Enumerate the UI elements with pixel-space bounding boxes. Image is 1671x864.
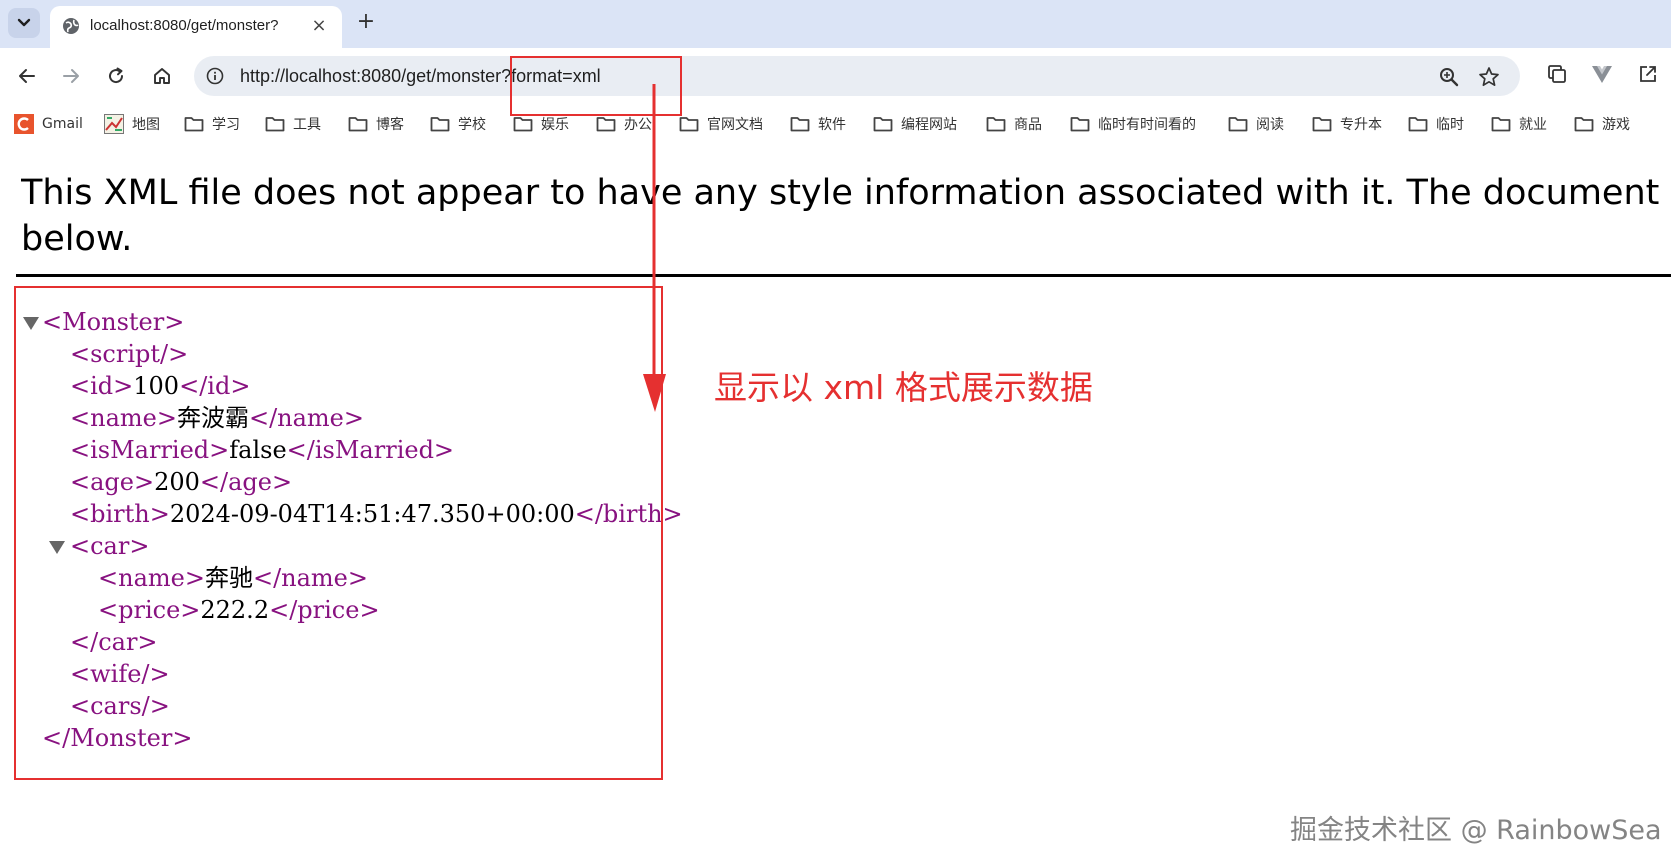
bookmark-folder-jobs[interactable]: 就业 (1491, 114, 1547, 134)
bookmark-label: 学校 (458, 117, 486, 133)
folder-icon (430, 117, 450, 132)
bookmark-label: 专升本 (1340, 117, 1382, 133)
info-icon[interactable] (206, 67, 224, 85)
bookmark-gmail[interactable]: Gmail (14, 114, 83, 134)
bookmark-folder-later[interactable]: 临时有时间看的 (1070, 114, 1196, 134)
bookmark-folder-games[interactable]: 游戏 (1574, 114, 1630, 134)
notice-line-2: below. (21, 219, 133, 259)
close-tab-button[interactable]: × (308, 16, 330, 38)
bookmark-folder-entertainment[interactable]: 娱乐 (513, 114, 569, 134)
folder-icon (986, 117, 1006, 132)
bookmark-label: 软件 (818, 117, 846, 133)
folder-icon (1312, 117, 1332, 132)
address-bar[interactable]: http://localhost:8080/get/monster?format… (194, 56, 1520, 96)
folder-icon (1574, 117, 1594, 132)
active-tab[interactable]: localhost:8080/get/monster? × (50, 6, 342, 48)
xml-style-notice: This XML file does not appear to have an… (21, 170, 1671, 262)
bookmark-folder-docs[interactable]: 官网文档 (679, 114, 763, 134)
tab-manager-button[interactable] (1545, 62, 1569, 86)
bookmark-folder-coding[interactable]: 编程网站 (873, 114, 957, 134)
bookmark-label: 临时 (1436, 117, 1464, 133)
folder-icon (265, 117, 285, 132)
bookmark-label: 工具 (293, 117, 321, 133)
bookmark-folder-study[interactable]: 学习 (184, 114, 240, 134)
folder-icon (513, 117, 533, 132)
back-button[interactable] (13, 62, 41, 90)
folder-icon (184, 117, 204, 132)
new-tab-button[interactable]: + (352, 9, 380, 37)
bookmark-folder-reading[interactable]: 阅读 (1228, 114, 1284, 134)
gmail-icon (14, 114, 34, 134)
chevron-down-icon (17, 18, 31, 27)
folder-icon (679, 117, 699, 132)
folder-icon (873, 117, 893, 132)
tab-strip: localhost:8080/get/monster? × + (0, 0, 1671, 48)
bookmark-folder-school[interactable]: 学校 (430, 114, 486, 134)
bookmark-label: 临时有时间看的 (1098, 117, 1196, 133)
bookmark-label: 编程网站 (901, 117, 957, 133)
annotation-label: 显示以 xml 格式展示数据 (714, 368, 1093, 407)
bookmark-maps[interactable]: 地图 (104, 114, 160, 134)
bookmark-label: 游戏 (1602, 117, 1630, 133)
bookmark-folder-software[interactable]: 软件 (790, 114, 846, 134)
folder-icon (1228, 117, 1248, 132)
arrow-down-icon (643, 84, 666, 412)
forward-button[interactable] (57, 62, 85, 90)
bookmarks-bar: Gmail 地图 学习 工具 博客 学校 娱乐 办公 官网文档 软件 编程网站 … (0, 104, 1671, 144)
reload-button[interactable] (102, 62, 130, 90)
folder-icon (1070, 117, 1090, 132)
vue-devtools-icon (1592, 66, 1612, 83)
bookmark-folder-blog[interactable]: 博客 (348, 114, 404, 134)
notice-line-1: This XML file does not appear to have an… (21, 173, 1671, 213)
folder-icon (596, 117, 616, 132)
open-external-button[interactable] (1636, 62, 1660, 86)
extension-button[interactable] (1590, 62, 1614, 86)
toolbar: http://localhost:8080/get/monster?format… (0, 48, 1671, 104)
arrow-right-icon (63, 69, 79, 83)
maps-icon (104, 114, 124, 134)
xml-highlight-box (14, 286, 663, 780)
zoom-icon (1440, 68, 1459, 87)
reload-icon (109, 67, 124, 84)
bookmark-label: 博客 (376, 117, 404, 133)
home-button[interactable] (148, 62, 176, 90)
tab-title: localhost:8080/get/monster? (90, 17, 279, 34)
star-icon (1479, 67, 1499, 87)
bookmark-folder-goods[interactable]: 商品 (986, 114, 1042, 134)
watermark: 掘金技术社区 @ RainbowSea (1290, 815, 1662, 846)
tab-search-button[interactable] (8, 8, 40, 38)
bookmark-folder-tools[interactable]: 工具 (265, 114, 321, 134)
bookmark-label: 官网文档 (707, 117, 763, 133)
copy-icon (1548, 65, 1566, 83)
zoom-button[interactable] (1438, 66, 1460, 88)
bookmark-label: 就业 (1519, 117, 1547, 133)
bookmark-label: 学习 (212, 117, 240, 133)
divider (16, 274, 1671, 277)
bookmark-label: Gmail (42, 116, 83, 132)
home-icon (154, 68, 170, 84)
globe-icon (63, 18, 79, 34)
bookmark-folder-upgrade[interactable]: 专升本 (1312, 114, 1382, 134)
folder-icon (1408, 117, 1428, 132)
bookmark-star-button[interactable] (1478, 66, 1500, 88)
folder-icon (348, 117, 368, 132)
bookmark-label: 商品 (1014, 117, 1042, 133)
folder-icon (1491, 117, 1511, 132)
bookmark-folder-temp[interactable]: 临时 (1408, 114, 1464, 134)
arrow-left-icon (19, 69, 35, 83)
bookmark-label: 娱乐 (541, 117, 569, 133)
folder-icon (790, 117, 810, 132)
external-link-icon (1640, 66, 1656, 82)
bookmark-label: 地图 (132, 117, 160, 133)
bookmark-label: 阅读 (1256, 117, 1284, 133)
